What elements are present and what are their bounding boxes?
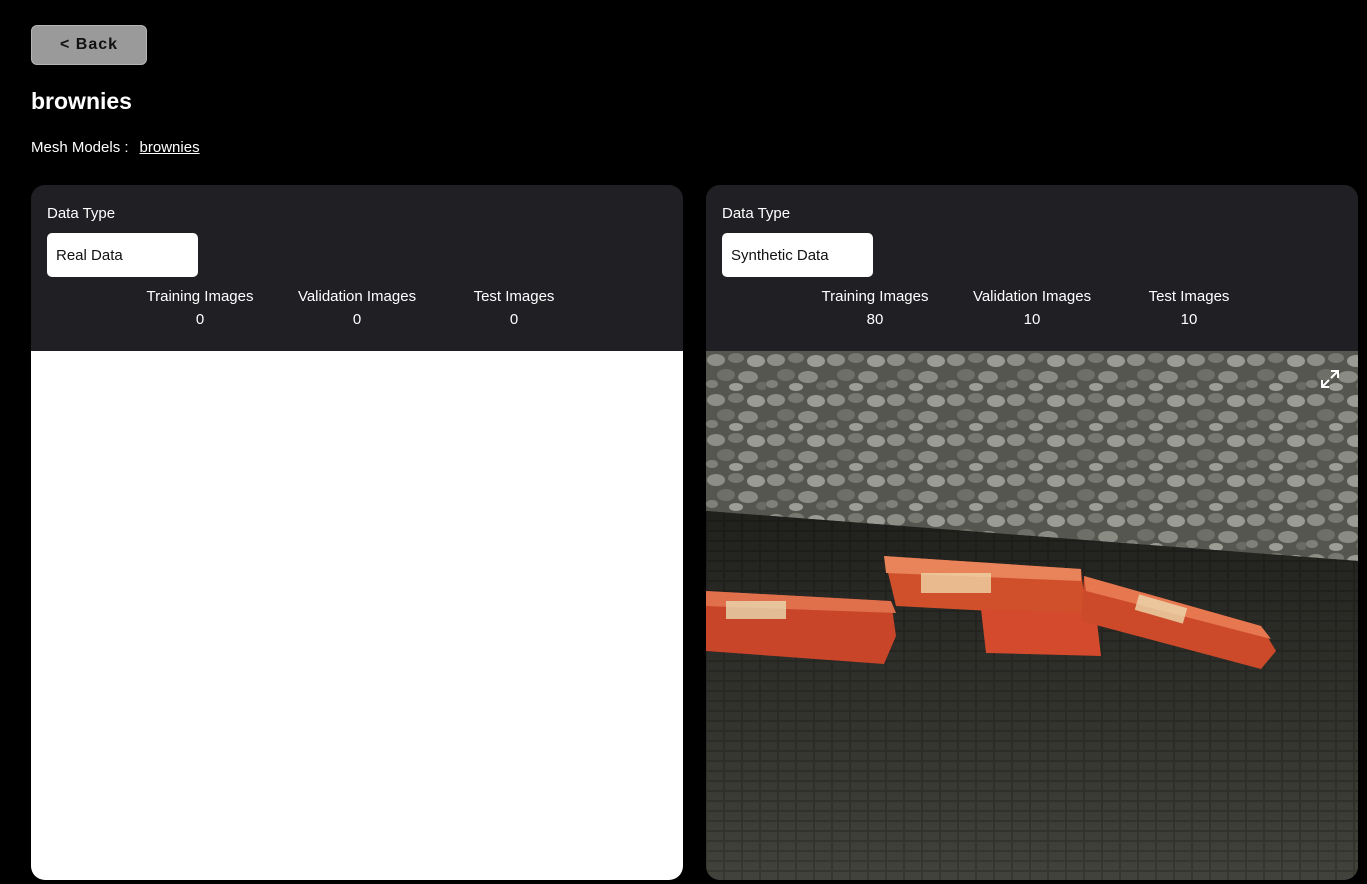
mesh-models-row: Mesh Models : brownies [31,139,200,156]
stat-value: 0 [509,311,519,328]
image-stats: Training Images 0 Validation Images 0 Te… [31,288,683,328]
data-type-label: Data Type [722,205,791,222]
stat-value: 0 [195,311,205,328]
mesh-model-link[interactable]: brownies [140,139,200,156]
image-stats: Training Images 80 Validation Images 10 … [706,288,1358,328]
stat-value: 10 [1180,311,1198,328]
page: < Back brownies Mesh Models : brownies D… [0,0,1367,884]
synthetic-data-panel: Data Type Synthetic Data Training Images… [706,185,1358,880]
stat-label: Test Images [1148,288,1230,305]
page-title: brownies [31,88,132,114]
data-type-select[interactable]: Synthetic Data [722,233,873,277]
mesh-models-label: Mesh Models : [31,139,129,156]
expand-icon[interactable] [1320,369,1340,389]
synthetic-image-preview[interactable] [706,351,1358,880]
empty-image-area [31,351,683,880]
stat-value: 10 [1023,311,1041,328]
data-type-label: Data Type [47,205,116,222]
stat-label: Training Images [821,288,929,305]
stat-label: Validation Images [972,288,1092,305]
stat-label: Training Images [146,288,254,305]
training-images-stat: Training Images 0 [122,288,279,328]
back-button[interactable]: < Back [31,25,147,65]
test-images-stat: Test Images 0 [436,288,593,328]
stat-value: 0 [352,311,362,328]
panel-header: Data Type Synthetic Data Training Images… [706,185,1358,351]
synthetic-scene-image [706,351,1358,880]
panel-header: Data Type Real Data Training Images 0 Va… [31,185,683,351]
validation-images-stat: Validation Images 10 [954,288,1111,328]
stat-value: 80 [866,311,884,328]
real-data-panel: Data Type Real Data Training Images 0 Va… [31,185,683,880]
stat-label: Test Images [473,288,555,305]
validation-images-stat: Validation Images 0 [279,288,436,328]
training-images-stat: Training Images 80 [797,288,954,328]
stat-label: Validation Images [297,288,417,305]
data-type-select[interactable]: Real Data [47,233,198,277]
test-images-stat: Test Images 10 [1111,288,1268,328]
